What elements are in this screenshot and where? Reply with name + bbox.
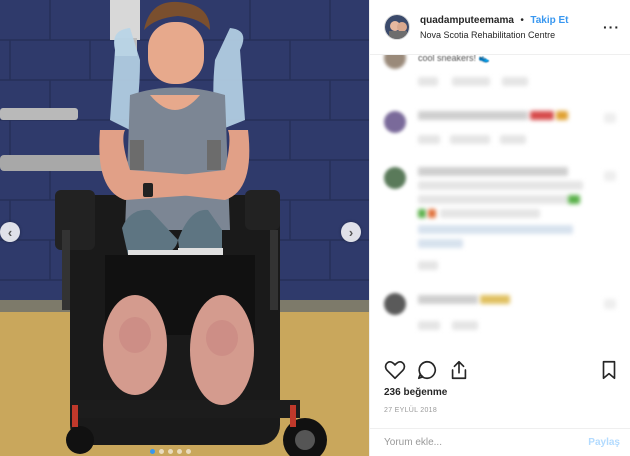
next-image-button[interactable]: ›	[341, 222, 361, 242]
carousel-dot	[177, 449, 182, 454]
post-date: 27 EYLÜL 2018	[384, 407, 438, 414]
avatar[interactable]	[384, 14, 410, 40]
location-link[interactable]: Nova Scotia Rehabilitation Centre	[420, 28, 603, 42]
previous-image-button[interactable]: ‹	[0, 222, 20, 242]
post-image	[0, 0, 369, 456]
share-icon[interactable]	[448, 359, 470, 381]
carousel-dot	[150, 449, 155, 454]
like-count[interactable]: 236 beğenme	[384, 387, 447, 398]
avatar	[384, 293, 406, 315]
carousel-dot	[186, 449, 191, 454]
action-bar	[384, 357, 620, 383]
avatar	[384, 167, 406, 189]
avatar	[384, 111, 406, 133]
more-horizontal-icon[interactable]: ···	[603, 19, 620, 35]
post-header: quadamputeemama • Takip Et Nova Scotia R…	[370, 0, 630, 55]
comment-input[interactable]	[384, 437, 589, 448]
post-sidebar: quadamputeemama • Takip Et Nova Scotia R…	[369, 0, 630, 456]
carousel-dot	[159, 449, 164, 454]
post-photo[interactable]: ‹ ›	[0, 0, 369, 456]
carousel-indicator	[150, 449, 191, 454]
carousel-dot	[168, 449, 173, 454]
comment-form: Paylaş	[370, 428, 630, 456]
separator-dot: •	[520, 15, 524, 26]
chevron-left-icon: ‹	[7, 224, 13, 240]
post-comment-button[interactable]: Paylaş	[588, 437, 620, 448]
instagram-post: ‹ › quadamputeemama • Takip Et Nova Scot…	[0, 0, 630, 456]
comment-icon[interactable]	[416, 359, 438, 381]
follow-button[interactable]: Takip Et	[530, 15, 568, 26]
comments-list[interactable]: cool sneakers! 👟	[370, 55, 630, 353]
bookmark-icon[interactable]	[598, 359, 620, 381]
avatar	[384, 55, 406, 69]
comment-text: cool sneakers! 👟	[418, 55, 490, 63]
username-link[interactable]: quadamputeemama	[420, 15, 514, 26]
chevron-right-icon: ›	[348, 224, 354, 240]
heart-icon[interactable]	[384, 359, 406, 381]
